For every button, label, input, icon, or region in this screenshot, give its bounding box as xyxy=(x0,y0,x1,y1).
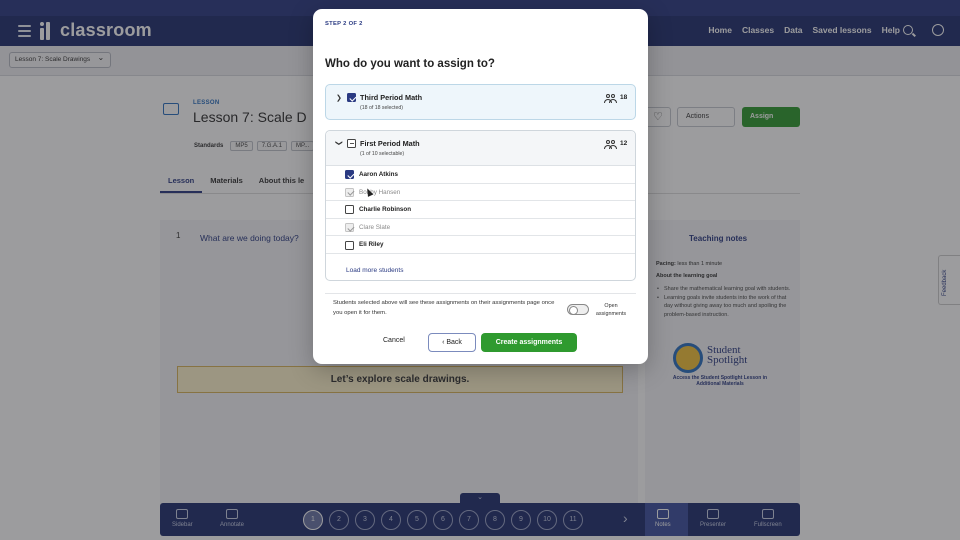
group-name: Third Period Math xyxy=(360,93,423,102)
student-row[interactable]: Aaron Atkins xyxy=(326,166,635,184)
create-assignments-button[interactable]: Create assignments xyxy=(481,333,577,352)
student-count: 18 xyxy=(620,94,628,101)
student-checkbox[interactable] xyxy=(345,170,354,180)
group-checkbox[interactable] xyxy=(347,139,356,148)
cancel-button[interactable]: Cancel xyxy=(383,337,405,344)
divider xyxy=(325,293,636,294)
group-name: First Period Math xyxy=(360,139,420,148)
student-row[interactable]: Eli Riley xyxy=(326,236,635,254)
assignment-info-text: Students selected above will see these a… xyxy=(333,300,555,316)
student-checkbox[interactable] xyxy=(345,240,354,250)
group-selection-count: (18 of 18 selected) xyxy=(360,105,403,111)
student-name: Aaron Atkins xyxy=(359,171,398,178)
student-name: Charlie Robinson xyxy=(359,206,412,214)
open-assignments-toggle[interactable] xyxy=(567,304,589,315)
student-checkbox xyxy=(345,223,354,233)
student-checkbox[interactable] xyxy=(345,205,354,215)
load-more-students-link[interactable]: Load more students xyxy=(346,267,403,274)
student-name: Clare Slate xyxy=(359,223,391,231)
class-group-first-period: ❯ First Period Math (1 of 10 selectable)… xyxy=(325,130,636,281)
group-checkbox[interactable] xyxy=(347,93,356,102)
student-row[interactable]: Charlie Robinson xyxy=(326,201,635,219)
student-checkbox xyxy=(345,187,354,197)
students-icon xyxy=(604,140,617,149)
modal-title: Who do you want to assign to? xyxy=(325,58,495,70)
student-count: 12 xyxy=(620,140,628,147)
chevron-right-icon[interactable]: ❯ xyxy=(336,94,342,102)
modal-step-indicator: STEP 2 OF 2 xyxy=(325,21,363,27)
group-selection-count: (1 of 10 selectable) xyxy=(360,151,405,157)
back-label: Back xyxy=(446,339,462,346)
chevron-down-icon[interactable]: ❯ xyxy=(335,140,343,146)
back-button[interactable]: ‹ Back xyxy=(428,333,476,352)
group-header: ❯ First Period Math (1 of 10 selectable)… xyxy=(326,131,635,166)
assign-modal: STEP 2 OF 2 Who do you want to assign to… xyxy=(313,9,648,364)
student-name: Eli Riley xyxy=(359,241,384,249)
class-group-third-period: ❯ Third Period Math (18 of 18 selected) … xyxy=(325,84,636,120)
open-assignments-label: Open assignments xyxy=(595,303,627,317)
students-icon xyxy=(604,94,617,103)
student-row: Clare Slate xyxy=(326,219,635,237)
